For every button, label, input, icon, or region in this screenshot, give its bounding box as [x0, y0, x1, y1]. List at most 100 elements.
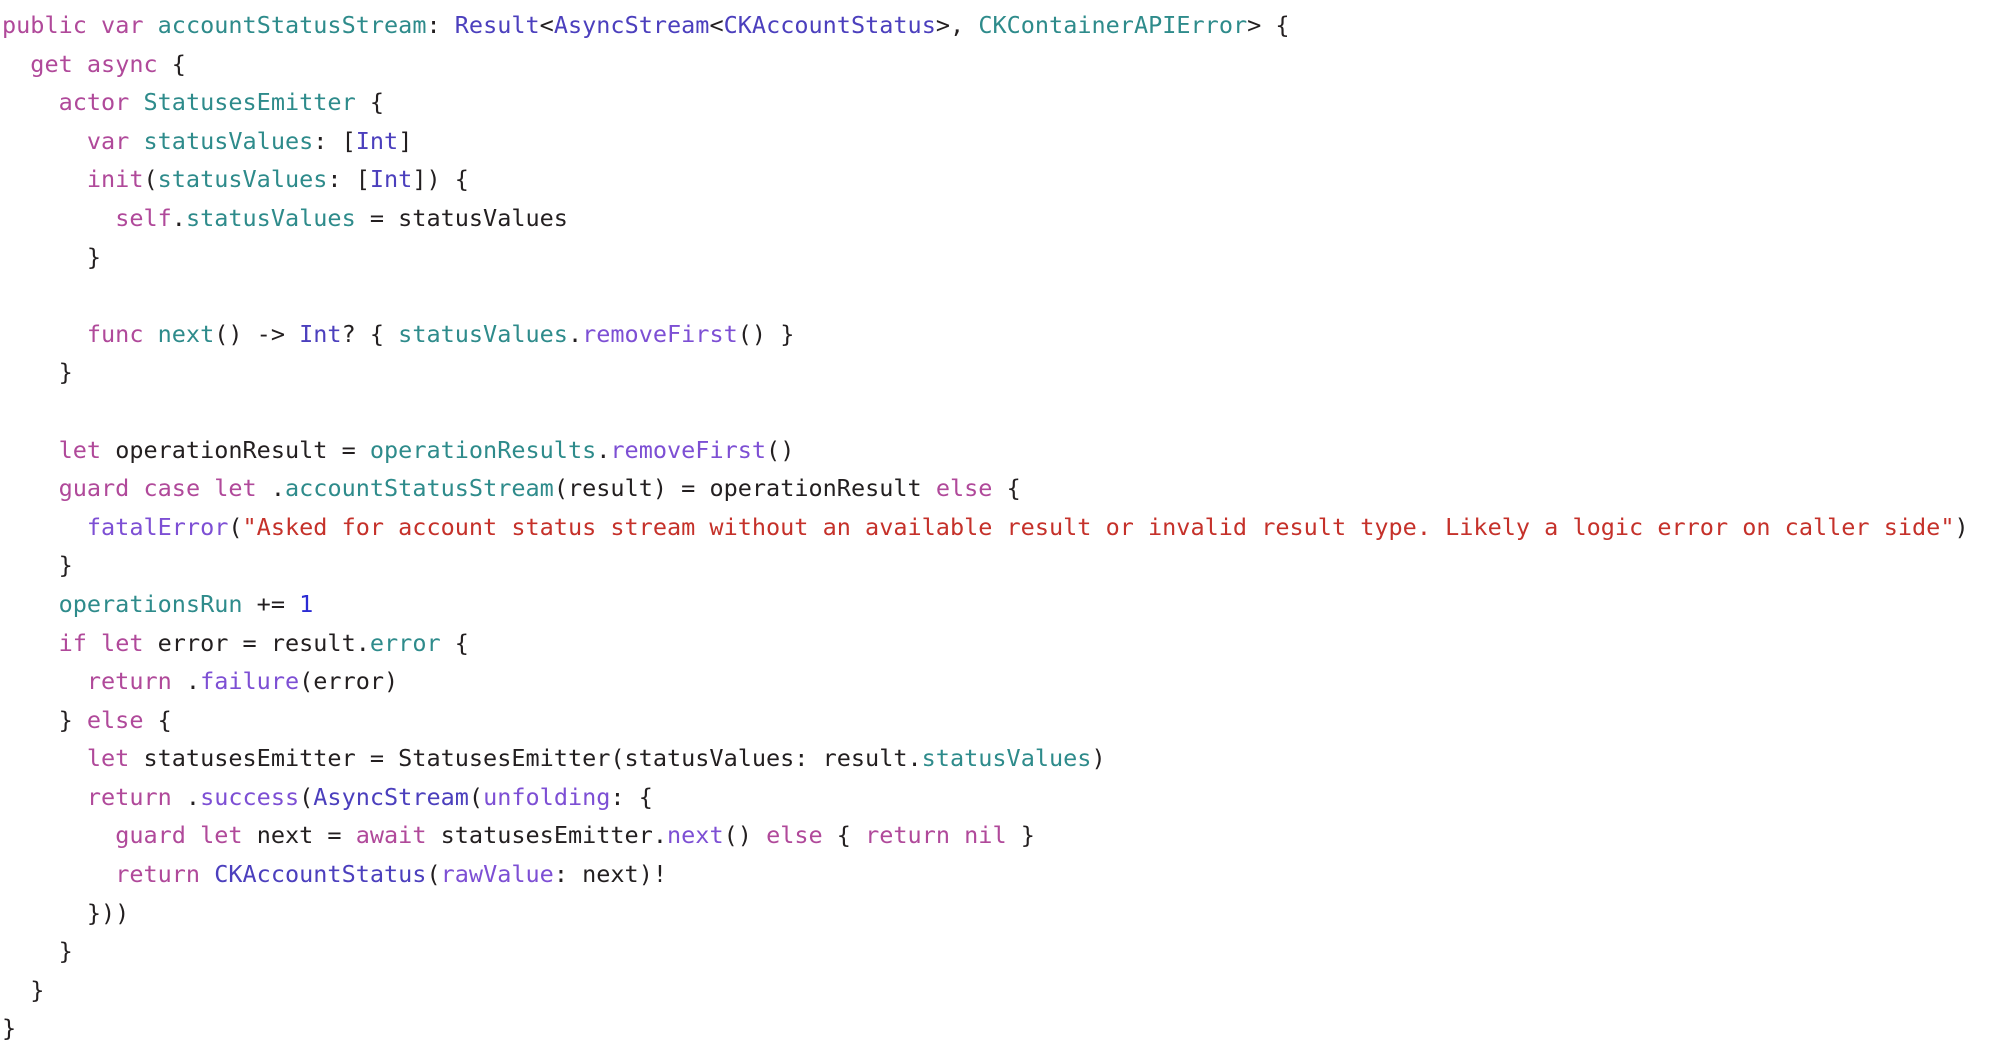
- code-token: return: [86, 667, 172, 696]
- code-token: (result) = operationResult: [553, 474, 936, 503]
- code-line: }: [0, 971, 2000, 1010]
- code-line: fatalError("Asked for account status str…: [0, 508, 2000, 547]
- code-token: removeFirst: [582, 319, 738, 348]
- code-token: nil: [964, 821, 1007, 850]
- code-line: self.statusValues = statusValues: [0, 199, 2000, 238]
- code-token: error = result.: [143, 628, 370, 657]
- code-token: }: [2, 1014, 17, 1043]
- code-token: return: [865, 821, 950, 850]
- code-token: success: [200, 782, 300, 811]
- code-token: {: [157, 49, 186, 78]
- code-token: 1: [299, 589, 314, 618]
- code-token: (: [468, 782, 484, 811]
- code-token: AsyncStream: [553, 11, 710, 39]
- code-token: statusValues: [921, 744, 1092, 773]
- code-token: Int: [299, 319, 342, 348]
- code-line: if let error = result.error {: [0, 624, 2000, 663]
- code-token: "Asked for account status stream without…: [242, 512, 1955, 541]
- code-line: return CKAccountStatus(rawValue: next)!: [0, 855, 2000, 894]
- code-token: (error): [299, 667, 399, 696]
- code-token: guard: [58, 474, 130, 503]
- code-token: {: [355, 88, 385, 117]
- code-line: let operationResult = operationResults.r…: [0, 431, 2000, 470]
- code-token: }: [2, 937, 73, 966]
- code-token: else: [86, 705, 144, 734]
- code-line: }: [0, 932, 2000, 971]
- code-token: statusValues: [143, 126, 314, 155]
- code-token: fatalError: [86, 512, 229, 541]
- code-line: }: [0, 238, 2000, 277]
- code-token: return: [86, 782, 172, 811]
- code-token: CKAccountStatus: [723, 11, 936, 39]
- code-token: Result: [454, 11, 540, 39]
- code-token: async: [86, 49, 158, 78]
- code-token: let: [86, 744, 130, 773]
- code-token: (): [766, 435, 795, 464]
- code-token: .: [596, 435, 611, 464]
- code-token: else: [935, 474, 993, 503]
- code-token: ): [1091, 744, 1106, 773]
- code-token: ]: [398, 126, 413, 155]
- code-token: return: [115, 860, 201, 889]
- code-line: }: [0, 353, 2000, 392]
- code-token: : {: [610, 782, 653, 811]
- code-token: : next)!: [553, 860, 667, 889]
- code-token: > {: [1247, 11, 1290, 39]
- code-token: statusValues: [157, 165, 328, 194]
- code-token: (: [426, 860, 441, 889]
- code-token: ? {: [341, 319, 399, 348]
- code-token: }: [2, 358, 73, 387]
- code-token: else: [766, 821, 823, 850]
- code-token: next: [667, 821, 724, 850]
- code-token: operationResults: [369, 435, 597, 464]
- code-token: }: [2, 551, 73, 580]
- code-line: func next() -> Int? { statusValues.remov…: [0, 315, 2000, 354]
- code-token: statusValues: [398, 319, 568, 348]
- code-token: statusesEmitter = StatusesEmitter(status…: [129, 744, 922, 773]
- code-token: .: [171, 782, 201, 811]
- code-token: var: [101, 11, 144, 39]
- code-token: next: [157, 319, 215, 348]
- code-token: removeFirst: [610, 435, 767, 464]
- code-block[interactable]: public var accountStatusStream: Result<A…: [0, 0, 2000, 1058]
- code-token: var: [86, 126, 130, 155]
- code-line: return .success(AsyncStream(unfolding: {: [0, 778, 2000, 817]
- code-token: {: [992, 474, 1021, 503]
- code-token: statusValues: [185, 203, 356, 232]
- code-token: <: [709, 11, 724, 39]
- code-token: : [: [327, 165, 370, 194]
- code-token: }: [1006, 821, 1035, 850]
- code-token: () ->: [214, 319, 300, 348]
- code-token: >,: [935, 11, 979, 39]
- code-line: })): [0, 894, 2000, 933]
- code-token: () }: [737, 319, 795, 348]
- code-token: (: [299, 782, 314, 811]
- code-token: if: [58, 628, 87, 657]
- code-line: }: [0, 546, 2000, 585]
- code-token: })): [2, 898, 130, 927]
- code-token: Int: [369, 165, 413, 194]
- code-line: }: [0, 1009, 2000, 1048]
- code-token: }: [2, 242, 102, 271]
